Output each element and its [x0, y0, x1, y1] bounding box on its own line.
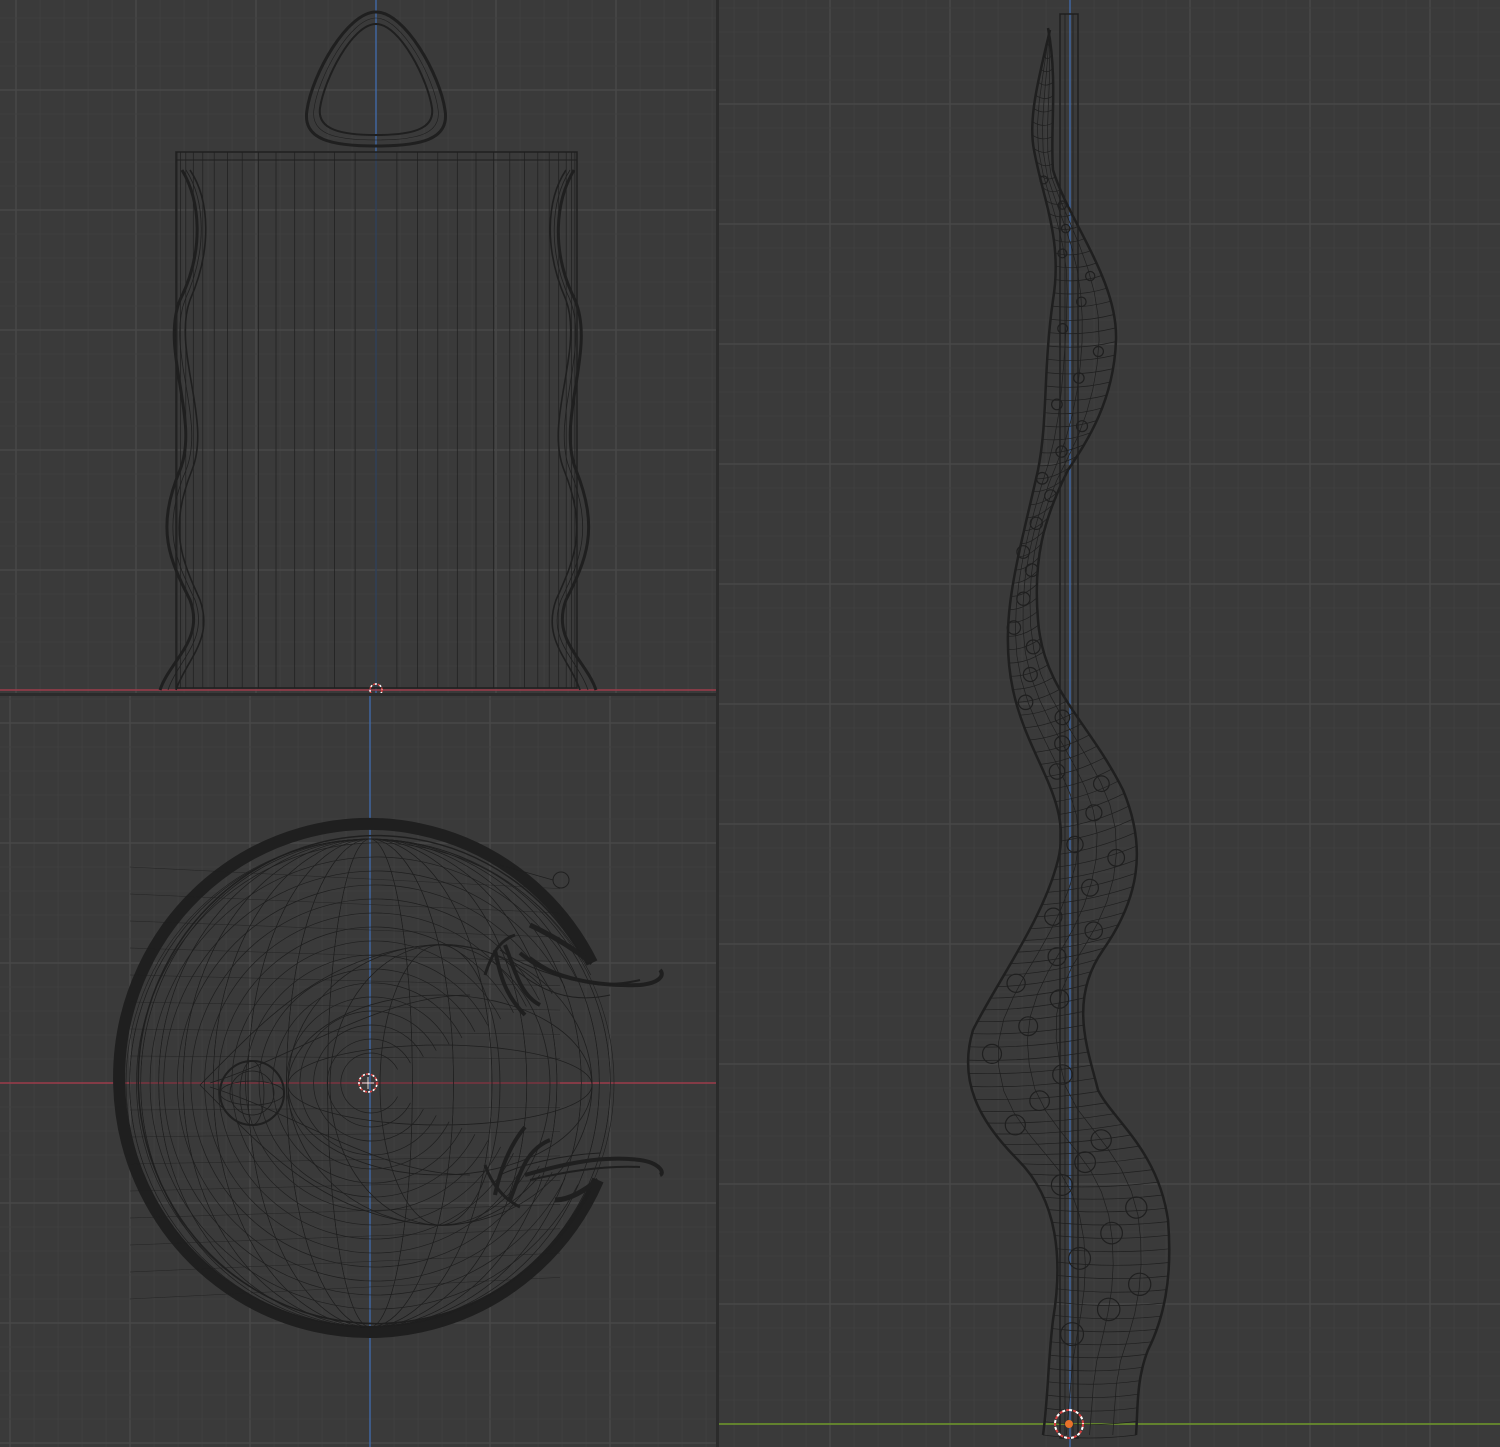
side-viewport[interactable]	[718, 0, 1500, 1447]
viewport-divider-horizontal[interactable]	[0, 693, 718, 696]
front-viewport[interactable]	[0, 0, 718, 695]
side-viewport-canvas[interactable]	[718, 0, 1500, 1447]
left-tentacle-mesh[interactable]	[158, 169, 207, 691]
front-viewport-canvas[interactable]	[0, 0, 718, 695]
front-grid	[0, 0, 718, 695]
right-tentacle-mesh[interactable]	[549, 169, 598, 691]
side-grid	[718, 0, 1500, 1447]
bowl-shell-mesh[interactable]	[113, 817, 615, 1338]
small-sphere-mesh[interactable]	[219, 1060, 285, 1126]
top-viewport[interactable]	[0, 695, 718, 1447]
top-viewport-canvas[interactable]	[0, 695, 718, 1447]
viewport-divider-vertical[interactable]	[716, 0, 719, 1447]
